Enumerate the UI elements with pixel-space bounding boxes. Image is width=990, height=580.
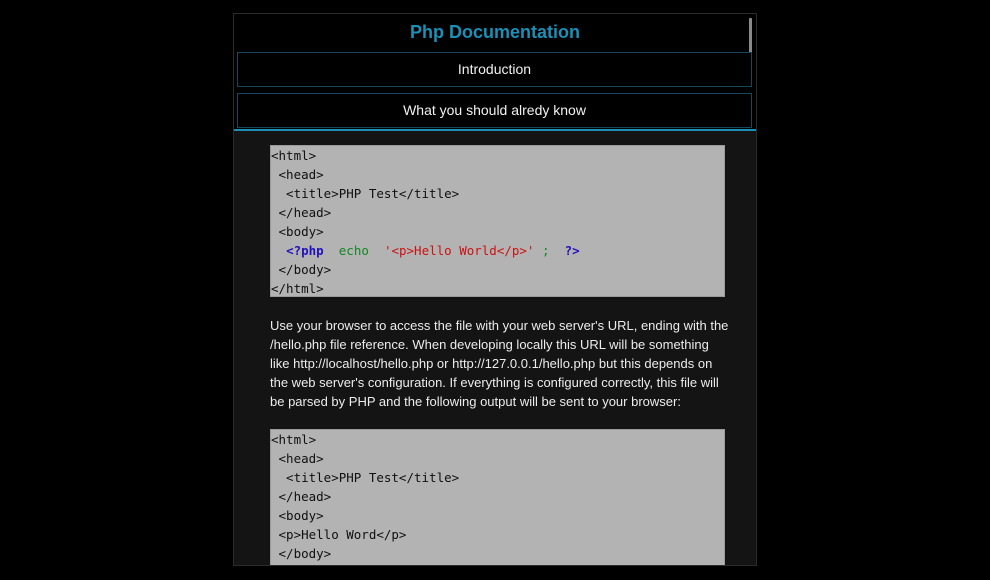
php-close-tag: ?> <box>564 243 580 258</box>
code-line: <body> <box>271 224 324 239</box>
page-header: Php Documentation Introduction What you … <box>234 14 756 131</box>
code-line: <html> <box>271 148 317 163</box>
documentation-page: Php Documentation Introduction What you … <box>233 13 757 566</box>
code-line: <title>PHP Test</title> <box>271 186 460 201</box>
php-echo-keyword: echo <box>338 243 369 258</box>
code-line: </head> <box>271 205 332 220</box>
nav-item-what-you-should-know[interactable]: What you should alredy know <box>237 93 752 128</box>
code-line: <title>PHP Test</title> <box>271 470 460 485</box>
code-example-html-output: <html> <head> <title>PHP Test</title> </… <box>270 429 725 565</box>
page-title: Php Documentation <box>410 22 580 42</box>
code-line: <head> <box>271 167 324 182</box>
code-line: </body> <box>271 262 332 277</box>
code-line: </html> <box>271 281 324 296</box>
code-line-php: <?php echo '<p>Hello World</p>' ; ?> <box>271 241 724 260</box>
code-line: <body> <box>271 508 324 523</box>
nav-item-introduction[interactable]: Introduction <box>237 52 752 87</box>
code-line: </body> <box>271 546 332 561</box>
code-example-php-source: <html> <head> <title>PHP Test</title> </… <box>270 145 725 297</box>
code-line: </head> <box>271 489 332 504</box>
code-line: <p>Hello Word</p> <box>271 527 407 542</box>
code-line: <html> <box>271 432 317 447</box>
header-scrollbar[interactable] <box>749 18 752 56</box>
php-open-tag: <?php <box>286 243 324 258</box>
code-line: <head> <box>271 451 324 466</box>
php-semicolon: ; <box>541 243 550 258</box>
explanation-paragraph: Use your browser to access the file with… <box>270 318 729 409</box>
php-string-literal: '<p>Hello World</p>' <box>383 243 535 258</box>
